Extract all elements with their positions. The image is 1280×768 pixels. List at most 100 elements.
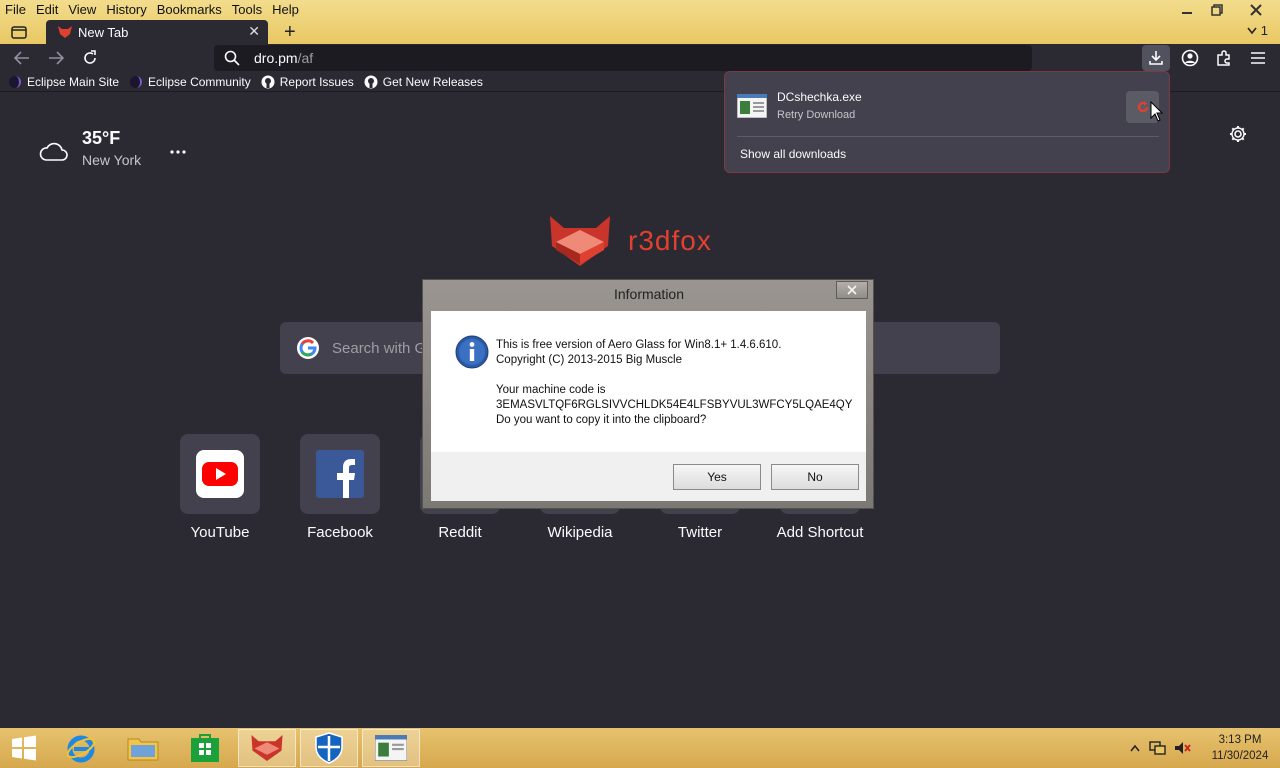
taskbar-file-explorer[interactable] bbox=[114, 729, 172, 767]
taskbar: 3:13 PM 11/30/2024 bbox=[0, 728, 1280, 768]
tab-title: New Tab bbox=[78, 24, 129, 40]
tab-close-icon[interactable]: ✕ bbox=[248, 23, 260, 40]
taskbar-store[interactable] bbox=[176, 729, 234, 767]
executable-file-icon bbox=[737, 94, 767, 118]
clock-time: 3:13 PM bbox=[1218, 734, 1262, 746]
downloads-button[interactable] bbox=[1142, 45, 1170, 71]
internet-explorer-icon bbox=[66, 735, 96, 763]
gear-icon bbox=[1230, 126, 1246, 142]
minimize-button[interactable] bbox=[1172, 0, 1202, 20]
menu-bar: File Edit View History Bookmarks Tools H… bbox=[0, 0, 304, 20]
bookmark-eclipse-main-site[interactable]: Eclipse Main Site bbox=[8, 75, 119, 89]
bookmark-label: Get New Releases bbox=[382, 74, 483, 89]
search-icon bbox=[224, 50, 240, 66]
shortcut-label: Wikipedia bbox=[547, 524, 613, 541]
information-dialog: Information This is free version of Aero… bbox=[422, 279, 874, 509]
executable-file-icon bbox=[375, 735, 407, 761]
tab-new-tab[interactable]: New Tab ✕ bbox=[46, 20, 268, 44]
taskbar-downloaded-app[interactable] bbox=[362, 729, 420, 767]
taskbar-internet-explorer[interactable] bbox=[52, 729, 110, 767]
shortcut-facebook[interactable]: Facebook bbox=[280, 434, 400, 541]
url-bar[interactable]: dro.pm/af bbox=[214, 45, 1032, 71]
bookmark-report-issues[interactable]: Report Issues bbox=[261, 75, 354, 89]
menu-view[interactable]: View bbox=[63, 0, 101, 20]
bookmark-eclipse-community[interactable]: Eclipse Community bbox=[129, 75, 251, 89]
info-icon bbox=[455, 335, 489, 369]
nav-toolbar: dro.pm/af bbox=[0, 44, 1280, 72]
weather-city: New York bbox=[82, 152, 142, 168]
newtab-settings-button[interactable] bbox=[1228, 124, 1248, 149]
bookmark-label: Eclipse Community bbox=[148, 74, 251, 89]
no-button[interactable]: No bbox=[771, 464, 859, 490]
bookmark-get-new-releases[interactable]: Get New Releases bbox=[364, 75, 483, 89]
menu-tools[interactable]: Tools bbox=[227, 0, 267, 20]
weather-temperature: 35°F bbox=[82, 128, 121, 148]
menu-help[interactable]: Help bbox=[267, 0, 304, 20]
panel-divider bbox=[737, 136, 1159, 137]
tab-count: 1 bbox=[1260, 23, 1268, 38]
window-controls bbox=[1172, 0, 1280, 20]
google-icon bbox=[297, 337, 319, 359]
network-icon[interactable] bbox=[1148, 740, 1166, 756]
menu-history[interactable]: History bbox=[101, 0, 151, 20]
shield-icon bbox=[315, 732, 343, 764]
menu-edit[interactable]: Edit bbox=[31, 0, 63, 20]
weather-more-button[interactable] bbox=[170, 138, 186, 159]
tab-strip: New Tab ✕ + 1 bbox=[0, 20, 1280, 44]
back-button[interactable] bbox=[10, 47, 34, 69]
folder-icon bbox=[127, 738, 159, 761]
app-menu-button[interactable] bbox=[1248, 48, 1268, 68]
system-tray bbox=[1130, 740, 1192, 756]
clock-date: 11/30/2024 bbox=[1211, 750, 1269, 762]
eclipse-icon bbox=[8, 75, 22, 89]
windows-logo-icon bbox=[12, 735, 36, 761]
account-icon bbox=[1181, 49, 1199, 67]
dialog-body: This is free version of Aero Glass for W… bbox=[431, 311, 866, 452]
download-filename[interactable]: DCshechka.exe bbox=[777, 90, 862, 104]
yes-button[interactable]: Yes bbox=[673, 464, 761, 490]
new-tab-button[interactable]: + bbox=[284, 21, 296, 44]
puzzle-icon bbox=[1217, 50, 1230, 66]
volume-muted-icon[interactable] bbox=[1174, 740, 1192, 756]
r3dfox-logo-icon bbox=[251, 735, 283, 761]
hamburger-icon bbox=[1251, 52, 1265, 64]
tab-list-button[interactable] bbox=[8, 22, 30, 42]
r3dfox-favicon-icon bbox=[58, 26, 72, 38]
shortcut-label: Add Shortcut bbox=[776, 524, 864, 541]
shortcut-tile bbox=[180, 434, 260, 514]
shortcut-youtube[interactable]: YouTube bbox=[160, 434, 280, 541]
store-icon bbox=[191, 734, 219, 762]
dialog-title: Information bbox=[613, 286, 685, 302]
extensions-button[interactable] bbox=[1214, 48, 1234, 68]
menu-file[interactable]: File bbox=[0, 0, 31, 20]
system-clock[interactable]: 3:13 PM 11/30/2024 bbox=[1204, 732, 1276, 764]
dialog-line: Copyright (C) 2013-2015 Big Muscle bbox=[496, 354, 683, 366]
download-icon bbox=[1149, 51, 1163, 65]
start-button[interactable] bbox=[0, 729, 48, 767]
all-tabs-button[interactable]: 1 bbox=[1247, 23, 1268, 38]
dialog-close-button[interactable] bbox=[836, 281, 868, 299]
download-status: Retry Download bbox=[777, 109, 856, 121]
show-hidden-icons-icon[interactable] bbox=[1130, 744, 1140, 752]
shortcut-label: YouTube bbox=[190, 524, 250, 541]
show-all-downloads-link[interactable]: Show all downloads bbox=[740, 147, 846, 161]
github-icon bbox=[364, 75, 378, 89]
github-icon bbox=[261, 75, 275, 89]
weather-widget[interactable]: 35°F New York bbox=[38, 128, 141, 168]
minimize-icon bbox=[1182, 12, 1192, 14]
restore-button[interactable] bbox=[1202, 0, 1232, 20]
reload-button[interactable] bbox=[78, 47, 102, 69]
account-button[interactable] bbox=[1180, 48, 1200, 68]
menu-bookmarks[interactable]: Bookmarks bbox=[152, 0, 227, 20]
forward-button[interactable] bbox=[44, 47, 68, 69]
dialog-message: This is free version of Aero Glass for W… bbox=[496, 338, 852, 428]
taskbar-defender[interactable] bbox=[300, 729, 358, 767]
brand-wordmark: r3dfox bbox=[628, 225, 712, 256]
eclipse-icon bbox=[129, 75, 143, 89]
taskbar-r3dfox[interactable] bbox=[238, 729, 296, 767]
dialog-line: Your machine code is bbox=[496, 384, 606, 396]
chevron-down-icon bbox=[1247, 27, 1257, 34]
retry-icon bbox=[1137, 101, 1148, 113]
downloads-panel: DCshechka.exe Retry Download Show all do… bbox=[724, 71, 1170, 173]
close-window-button[interactable] bbox=[1232, 0, 1280, 20]
